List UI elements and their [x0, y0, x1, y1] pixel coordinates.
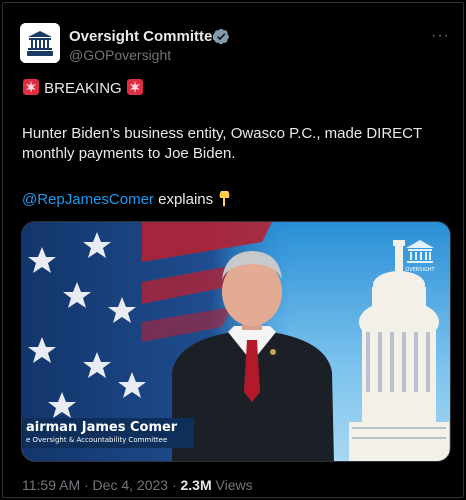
views-label: Views	[211, 477, 253, 493]
post-body-line-2: monthly payments to Joe Biden.	[22, 145, 236, 162]
mention-suffix: explains	[153, 191, 214, 208]
avatar[interactable]	[20, 23, 60, 63]
lower-third-caption: airman James Comer e Oversight & Account…	[22, 418, 194, 448]
siren-emoji-icon	[23, 79, 39, 95]
breaking-label: BREAKING	[44, 80, 122, 97]
video-player[interactable]: OVERSIGHT airman James Comer e Oversight…	[21, 221, 451, 462]
account-name[interactable]: Oversight Committee	[69, 28, 221, 45]
lower-third-subtitle: e Oversight & Accountability Committee	[26, 436, 168, 444]
post-body-line-1: Hunter Biden’s business entity, Owasco P…	[22, 125, 423, 142]
committee-watermark: OVERSIGHT	[402, 236, 438, 281]
account-handle[interactable]: @GOPoversight	[69, 47, 171, 63]
view-count: 2.3M	[180, 477, 212, 493]
post-metadata: 11:59 AM · Dec 4, 2023 · 2.3M Views	[22, 477, 253, 493]
mention-line: @RepJamesComer explains	[22, 189, 232, 210]
pointing-down-emoji-icon	[219, 191, 230, 207]
siren-emoji-icon	[126, 79, 143, 95]
post-timestamp[interactable]: 11:59 AM · Dec 4, 2023 ·	[22, 477, 181, 493]
verified-badge-icon	[213, 28, 229, 45]
breaking-line: BREAKING	[22, 78, 144, 99]
committee-logo-icon	[20, 23, 60, 63]
mention-link[interactable]: @RepJamesComer	[22, 191, 154, 208]
more-options-icon[interactable]: ···	[431, 27, 450, 45]
tweet-card: Oversight Committee @GOPoversight ··· BR…	[2, 2, 464, 498]
lower-third-name: airman James Comer	[26, 420, 178, 435]
committee-watermark-icon: OVERSIGHT	[405, 240, 436, 273]
watermark-text: OVERSIGHT	[405, 267, 435, 273]
